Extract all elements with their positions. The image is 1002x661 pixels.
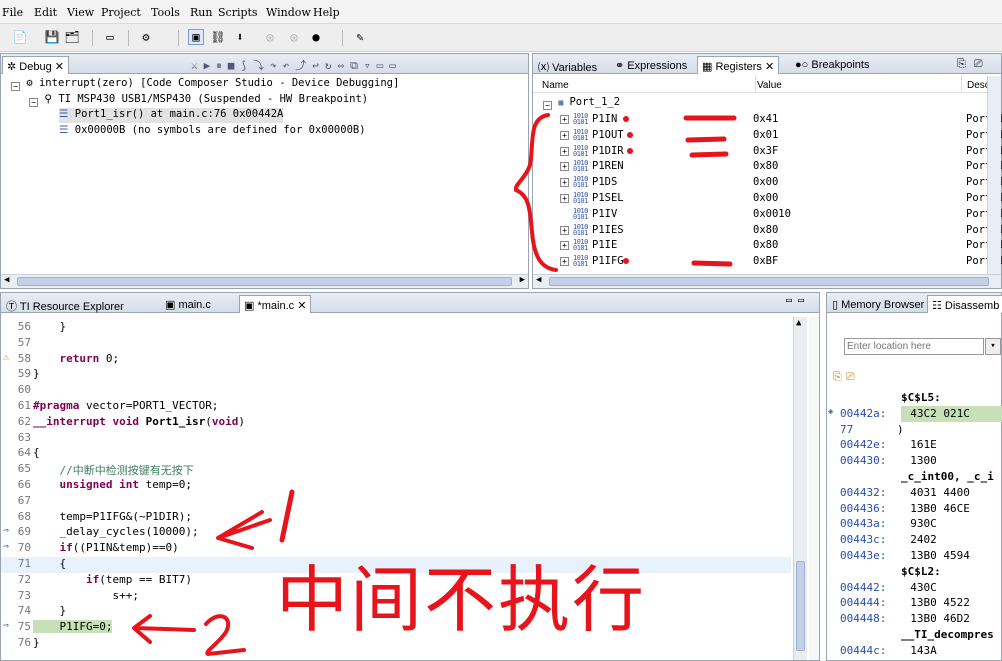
annotation-arrow-1 (216, 510, 272, 550)
annotation-arrow-2-number (204, 614, 246, 657)
annotation-equal-line (689, 151, 729, 158)
annotation-note: 中间不执行 (276, 558, 647, 642)
annotation-equal-line (685, 136, 727, 143)
annotation-equal-line (691, 260, 733, 267)
annotation-arrow-1-number (279, 489, 295, 543)
annotation-arrow-2 (132, 614, 196, 644)
annotation-brace (513, 113, 558, 272)
